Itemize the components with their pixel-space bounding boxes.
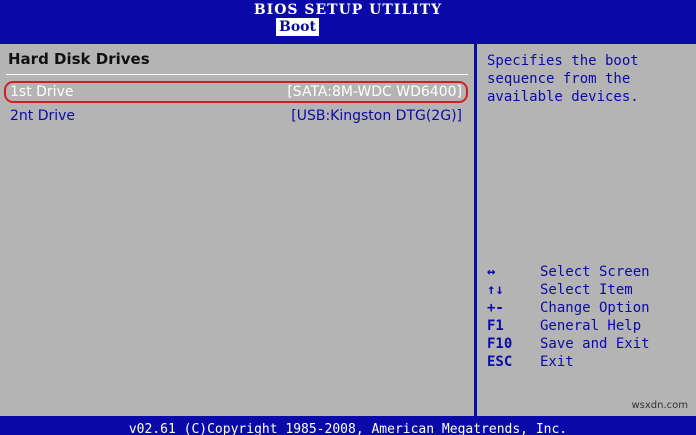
key-description: General Help — [540, 318, 642, 334]
arrows-vertical-icon: ↑↓ — [487, 282, 504, 298]
section-divider — [6, 74, 468, 75]
drive-value[interactable]: [USB:Kingston DTG(2G)] — [291, 105, 462, 127]
key-legend: ↔ Select Screen ↑↓ Select Item +- Change… — [487, 263, 692, 371]
watermark: wsxdn.com — [631, 400, 688, 411]
drive-option-2nd[interactable]: 2nt Drive [USB:Kingston DTG(2G)] — [4, 105, 468, 127]
tab-boot[interactable]: Boot — [276, 18, 319, 36]
key-description: Select Item — [540, 282, 633, 298]
key-description: Save and Exit — [540, 336, 650, 352]
key-name: ESC — [487, 354, 513, 370]
section-title: Hard Disk Drives — [8, 50, 150, 68]
drive-label: 1st Drive — [10, 84, 74, 100]
key-name: F1 — [487, 318, 504, 334]
help-panel: Specifies the boot sequence from the ava… — [477, 44, 696, 416]
drive-value[interactable]: [SATA:8M-WDC WD6400] — [287, 81, 462, 103]
key-row: F10 Save and Exit — [487, 335, 692, 353]
key-row: ESC Exit — [487, 353, 692, 371]
key-row: F1 General Help — [487, 317, 692, 335]
drive-label: 2nt Drive — [10, 108, 76, 124]
key-description: Change Option — [540, 300, 650, 316]
boot-options-panel: Hard Disk Drives 1st Drive [SATA:8M-WDC … — [0, 44, 474, 416]
key-description: Select Screen — [540, 264, 650, 280]
bios-title: BIOS SETUP UTILITY — [253, 2, 443, 18]
tab-bar: Boot — [0, 18, 696, 36]
key-name: F10 — [487, 336, 513, 352]
arrows-horizontal-icon: ↔ — [487, 264, 496, 280]
key-row: +- Change Option — [487, 299, 692, 317]
copyright-footer: v02.61 (C)Copyright 1985-2008, American … — [128, 422, 568, 435]
key-row: ↔ Select Screen — [487, 263, 692, 281]
key-description: Exit — [540, 354, 574, 370]
drive-option-1st[interactable]: 1st Drive [SATA:8M-WDC WD6400] — [4, 81, 468, 103]
key-row: ↑↓ Select Item — [487, 281, 692, 299]
key-name: +- — [487, 300, 504, 316]
main-panel: Hard Disk Drives 1st Drive [SATA:8M-WDC … — [0, 44, 696, 416]
help-text: Specifies the boot sequence from the ava… — [487, 53, 639, 105]
